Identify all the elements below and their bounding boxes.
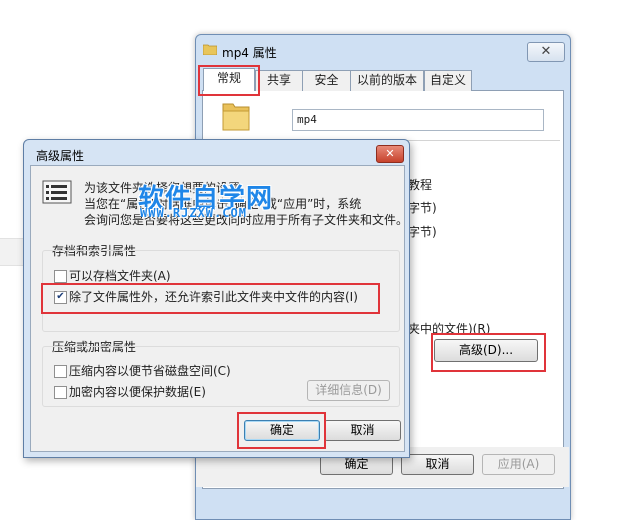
tab-previous-versions[interactable]: 以前的版本 xyxy=(350,70,424,91)
compress-checkbox-label: 压缩内容以便节省磁盘空间(C) xyxy=(69,364,231,378)
attributes-list-icon xyxy=(42,180,72,204)
size-fragment: 字节) xyxy=(408,201,437,215)
watermark-url: WWW.RJZXW.COM xyxy=(140,206,247,220)
highlight-ok-button xyxy=(237,412,326,449)
dialog-close-button[interactable]: ✕ xyxy=(376,145,404,163)
highlight-index-option xyxy=(41,283,380,314)
encrypt-checkbox-label: 加密内容以便保护数据(E) xyxy=(69,385,206,399)
encrypt-checkbox[interactable] xyxy=(54,386,67,399)
compress-checkbox[interactable] xyxy=(54,365,67,378)
properties-cancel-button[interactable]: 取消 xyxy=(401,454,474,475)
highlight-general-tab xyxy=(198,65,260,96)
tab-security[interactable]: 安全 xyxy=(302,70,351,91)
archive-checkbox-label: 可以存档文件夹(A) xyxy=(69,269,171,283)
details-button: 详细信息(D) xyxy=(307,380,390,401)
large-folder-icon xyxy=(222,103,250,131)
tab-sharing[interactable]: 共享 xyxy=(255,70,303,91)
folder-icon xyxy=(203,44,217,55)
properties-close-button[interactable]: ✕ xyxy=(527,42,565,62)
tab-customize[interactable]: 自定义 xyxy=(424,70,472,91)
size-on-disk-fragment: 字节) xyxy=(408,225,437,239)
highlight-advanced-button xyxy=(431,333,546,372)
dialog-title: 高级属性 xyxy=(36,149,85,163)
location-fragment: 教程 xyxy=(408,178,433,192)
folder-name-input[interactable]: mp4 xyxy=(292,109,544,131)
background-panel-strip xyxy=(0,238,24,266)
properties-window-title: mp4 属性 xyxy=(222,46,277,60)
dialog-cancel-button[interactable]: 取消 xyxy=(324,420,401,441)
properties-apply-button: 应用(A) xyxy=(482,454,555,475)
archive-checkbox[interactable] xyxy=(54,270,67,283)
